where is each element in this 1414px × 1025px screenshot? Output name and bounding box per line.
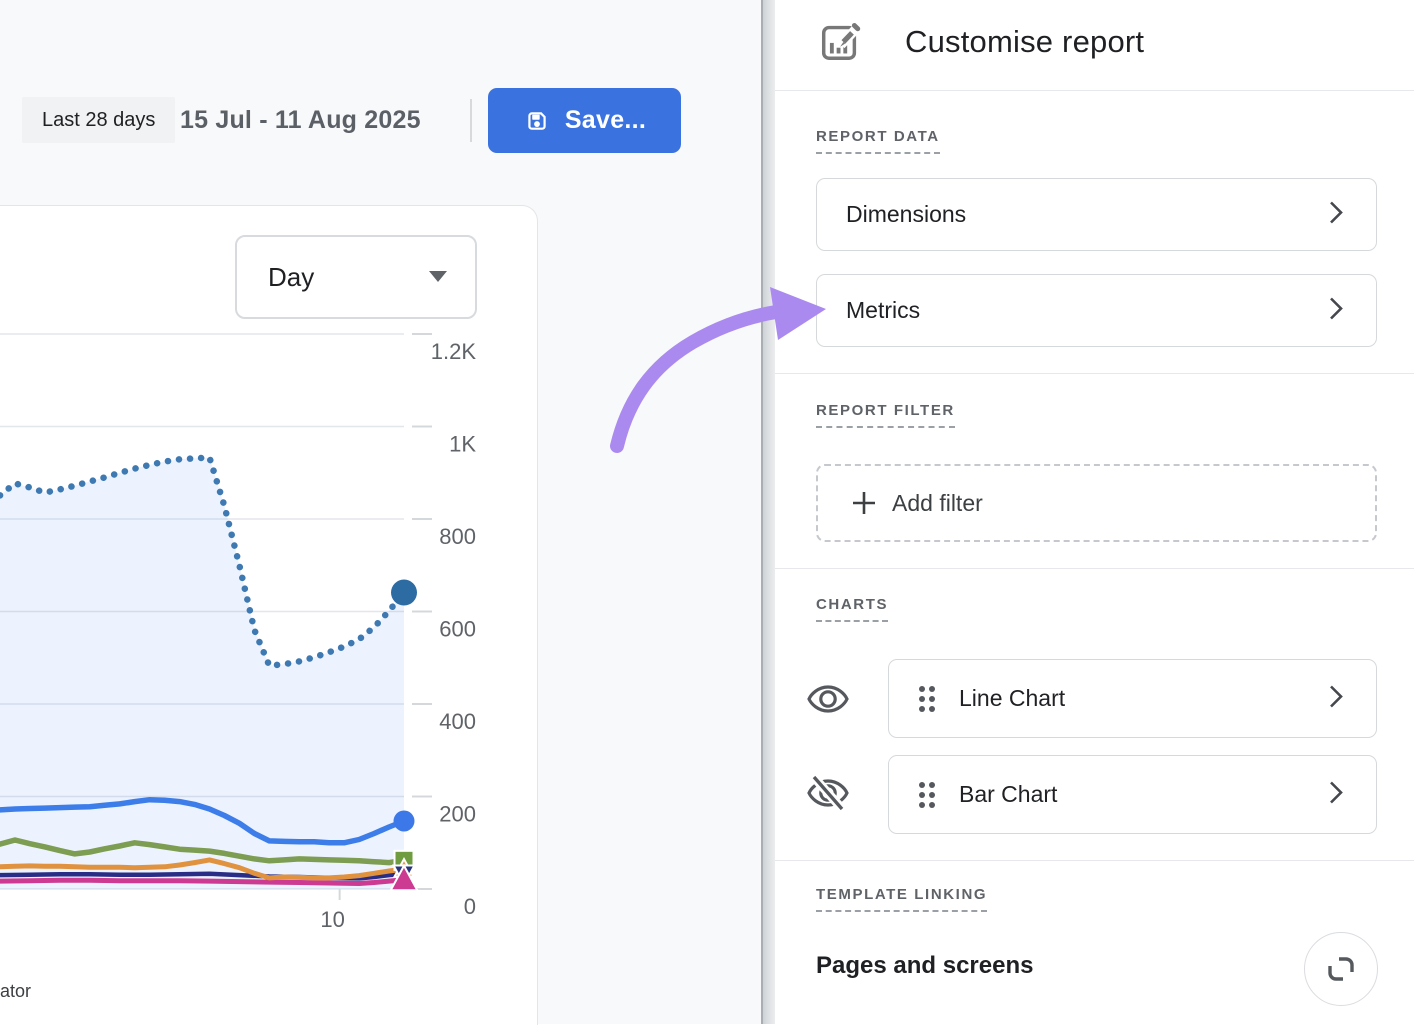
customise-report-icon bbox=[817, 18, 863, 69]
svg-text:600: 600 bbox=[439, 616, 476, 641]
svg-text:800: 800 bbox=[439, 524, 476, 549]
chevron-right-icon bbox=[1326, 294, 1346, 327]
drag-handle-icon[interactable] bbox=[916, 682, 938, 716]
linked-template-name: Pages and screens bbox=[816, 952, 1033, 980]
unlink-template-button[interactable] bbox=[1304, 932, 1378, 1006]
save-button[interactable]: Save... bbox=[488, 88, 681, 153]
plus-icon bbox=[850, 489, 878, 517]
line-chart-row[interactable]: Line Chart bbox=[888, 659, 1377, 738]
bar-chart-visibility-toggle[interactable] bbox=[803, 773, 853, 813]
metrics-row[interactable]: Metrics bbox=[816, 274, 1377, 347]
dimensions-label: Dimensions bbox=[846, 201, 966, 228]
interval-dropdown[interactable]: Day bbox=[235, 235, 477, 319]
chevron-down-icon bbox=[429, 271, 447, 282]
chevron-right-icon bbox=[1326, 682, 1346, 715]
panel-title: Customise report bbox=[905, 24, 1144, 60]
interval-dropdown-value: Day bbox=[268, 262, 314, 293]
svg-text:0: 0 bbox=[464, 894, 476, 919]
link-off-icon bbox=[1322, 950, 1360, 988]
eye-off-icon bbox=[805, 772, 851, 814]
report-data-section-label: REPORT DATA bbox=[816, 128, 940, 154]
metrics-label: Metrics bbox=[846, 297, 920, 324]
section-divider bbox=[775, 860, 1414, 861]
svg-text:1.2K: 1.2K bbox=[431, 339, 477, 364]
line-chart-label: Line Chart bbox=[959, 685, 1065, 712]
date-range-preset-chip[interactable]: Last 28 days bbox=[22, 97, 175, 143]
charts-section-label: CHARTS bbox=[816, 596, 888, 622]
add-filter-button[interactable]: Add filter bbox=[816, 464, 1377, 542]
section-divider bbox=[775, 568, 1414, 569]
chevron-right-icon bbox=[1326, 198, 1346, 231]
date-range-preset-label: Last 28 days bbox=[42, 109, 155, 132]
toolbar-divider bbox=[470, 99, 472, 142]
customise-report-panel: Customise report REPORT DATA Dimensions … bbox=[775, 0, 1414, 1024]
bar-chart-row[interactable]: Bar Chart bbox=[888, 755, 1377, 834]
section-divider bbox=[775, 373, 1414, 374]
chevron-right-icon bbox=[1326, 778, 1346, 811]
save-floppy-icon bbox=[523, 107, 551, 135]
section-divider bbox=[775, 90, 1414, 91]
eye-icon bbox=[805, 682, 851, 716]
template-linking-section-label: TEMPLATE LINKING bbox=[816, 886, 987, 912]
dimensions-row[interactable]: Dimensions bbox=[816, 178, 1377, 251]
date-range-value[interactable]: 15 Jul - 11 Aug 2025 bbox=[180, 97, 421, 143]
legend-item-label-cut: ator bbox=[0, 981, 31, 1002]
line-chart-visibility-toggle[interactable] bbox=[803, 679, 853, 719]
save-button-label: Save... bbox=[565, 106, 646, 135]
chart-card: Day 1.2K 1K 800 600 400 200 0 10 ator bbox=[0, 205, 538, 1025]
panel-scrollbar[interactable] bbox=[761, 0, 775, 1024]
add-filter-label: Add filter bbox=[892, 490, 983, 517]
svg-text:1K: 1K bbox=[449, 431, 476, 456]
drag-handle-icon[interactable] bbox=[916, 778, 938, 812]
bar-chart-label: Bar Chart bbox=[959, 781, 1057, 808]
svg-text:10: 10 bbox=[320, 907, 344, 932]
svg-text:400: 400 bbox=[439, 709, 476, 734]
line-chart-plot: 1.2K 1K 800 600 400 200 0 10 bbox=[0, 321, 537, 941]
report-filter-section-label: REPORT FILTER bbox=[816, 402, 955, 428]
workspace-background: Last 28 days 15 Jul - 11 Aug 2025 Save..… bbox=[0, 0, 762, 1024]
svg-text:200: 200 bbox=[439, 801, 476, 826]
